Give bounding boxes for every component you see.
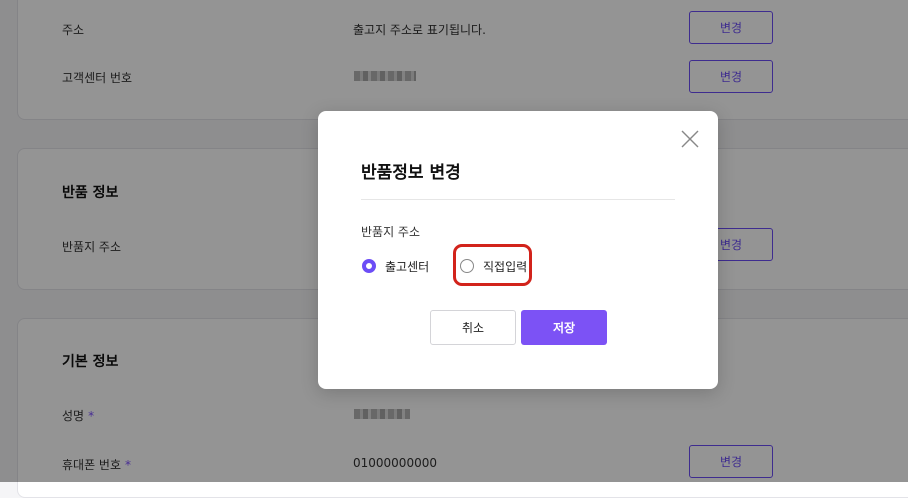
cancel-button[interactable]: 취소 bbox=[430, 310, 516, 345]
radio-option-warehouse[interactable]: 출고센터 bbox=[362, 257, 429, 275]
settings-page: 주소 출고지 주소로 표기됩니다. 변경 고객센터 번호 변경 반품 정보 반품… bbox=[0, 0, 908, 498]
radio-option-direct-input[interactable]: 직접입력 bbox=[460, 257, 527, 275]
radio-checked-icon[interactable] bbox=[362, 259, 376, 273]
close-icon[interactable] bbox=[680, 129, 700, 149]
modal-divider bbox=[361, 199, 675, 200]
return-info-modal: 반품정보 변경 반품지 주소 출고센터 직접입력 취소 저장 bbox=[318, 111, 718, 389]
radio-unchecked-icon[interactable] bbox=[460, 259, 474, 273]
return-address-field-label: 반품지 주소 bbox=[361, 225, 421, 239]
save-button[interactable]: 저장 bbox=[521, 310, 607, 345]
modal-title: 반품정보 변경 bbox=[361, 163, 461, 183]
radio-label-direct-input: 직접입력 bbox=[483, 259, 528, 274]
radio-label-warehouse: 출고센터 bbox=[385, 259, 430, 274]
